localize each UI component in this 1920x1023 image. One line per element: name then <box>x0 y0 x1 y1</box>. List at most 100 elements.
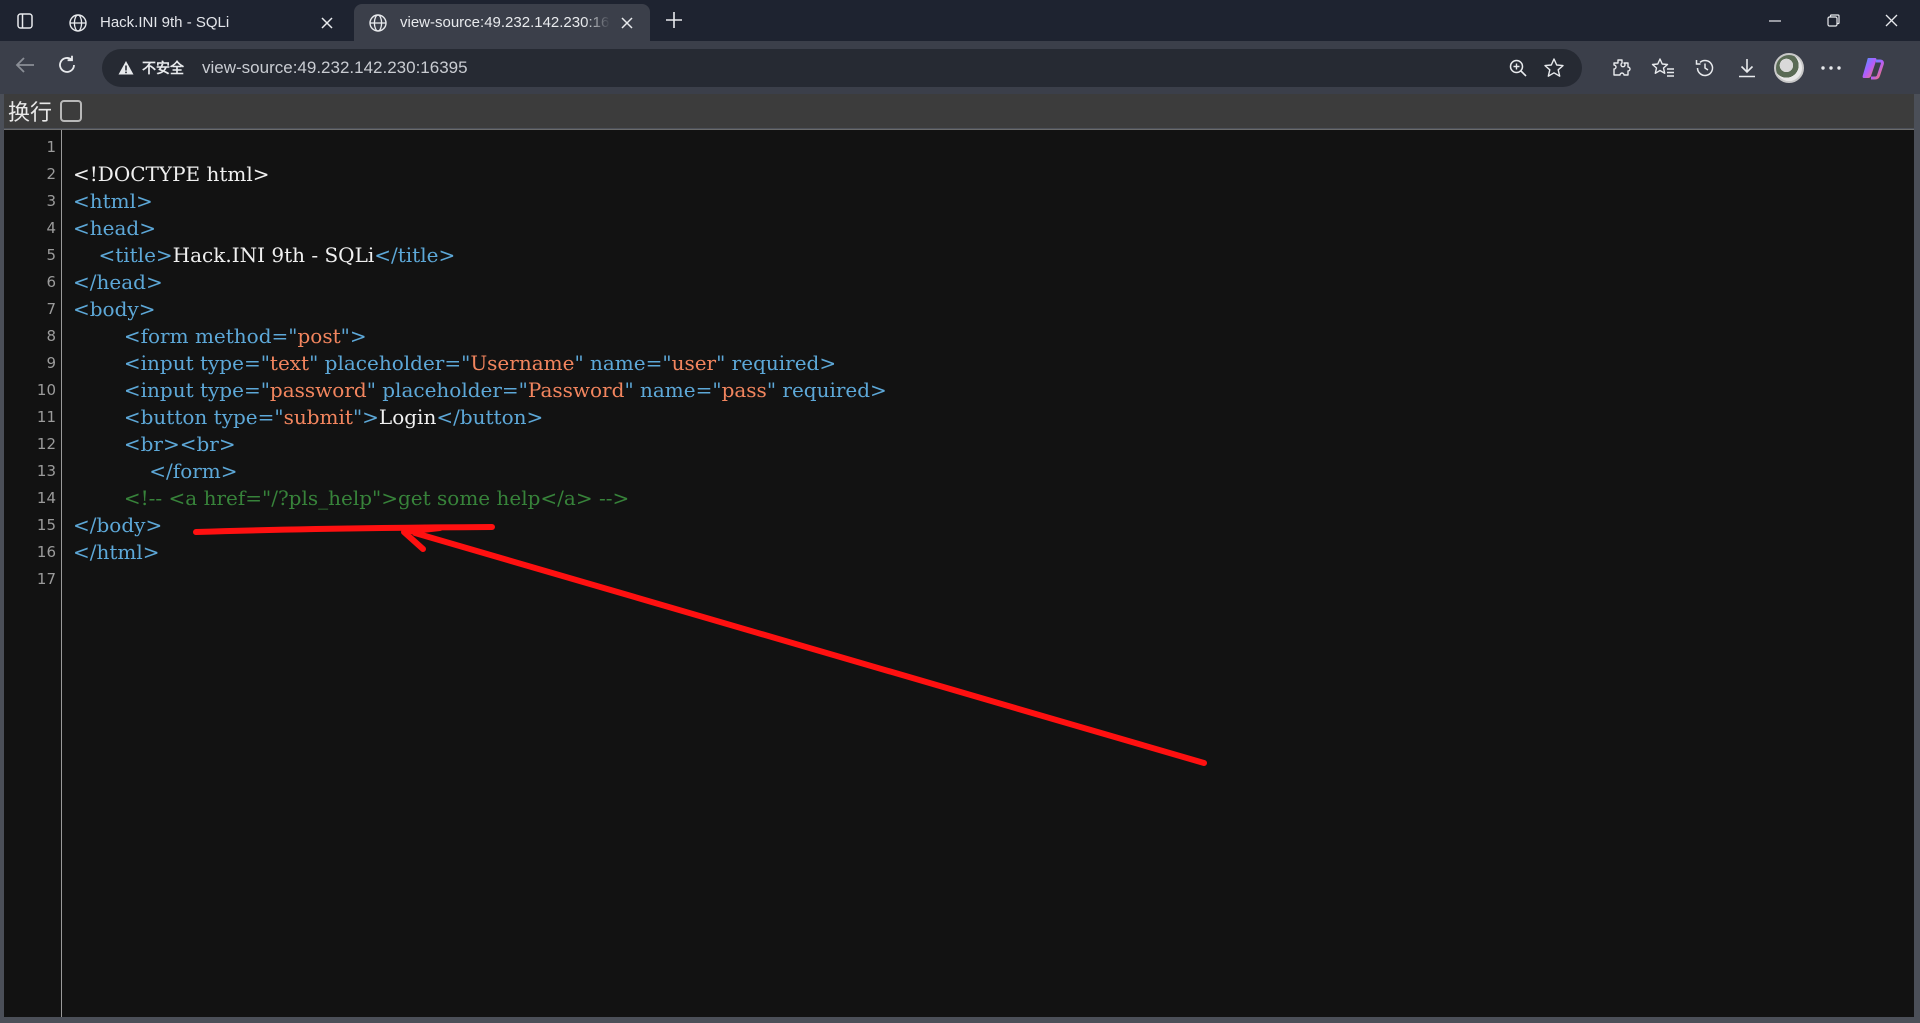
html-tag: </html> <box>73 540 160 564</box>
zoom-icon[interactable] <box>1500 50 1536 86</box>
html-tag: <head> <box>73 216 156 240</box>
reload-button[interactable] <box>46 47 88 89</box>
line-code: </html> <box>73 539 160 566</box>
line-code: </form> <box>73 458 238 485</box>
text-node <box>73 351 124 375</box>
close-icon[interactable] <box>616 12 638 34</box>
window-controls <box>1746 0 1920 41</box>
html-tag: </form> <box>149 459 238 483</box>
line-number: 16 <box>36 543 56 561</box>
line-wrap-checkbox[interactable] <box>60 100 83 122</box>
view-source-viewer: 换行 1 2 <!DOCTYPE html> 3 <html> 4 <head> 5 <tit… <box>0 94 1920 1023</box>
attribute-value: text <box>269 351 310 375</box>
html-tag: <br><br> <box>123 432 236 456</box>
more-dots-icon[interactable] <box>1810 47 1852 89</box>
html-tag: <input type=" <box>123 378 270 402</box>
close-icon[interactable] <box>316 12 338 34</box>
line-wrap-label: 换行 <box>8 101 53 126</box>
url-text[interactable]: view-source:49.232.142.230:16395 <box>202 58 1500 78</box>
html-tag: "> <box>352 405 379 429</box>
line-code: <button type="submit">Login</button> <box>73 404 543 431</box>
back-arrow-icon <box>14 54 36 81</box>
text-node <box>73 324 124 348</box>
tab-view-source[interactable]: view-source:49.232.142.230:16395 <box>354 4 650 41</box>
html-tag: " required> <box>716 351 837 375</box>
html-tag: <form method=" <box>123 324 298 348</box>
line-number: 1 <box>46 138 56 156</box>
line-code: <html> <box>73 188 153 215</box>
line-number: 9 <box>46 354 56 372</box>
warning-triangle-icon <box>118 60 134 76</box>
new-tab-button[interactable] <box>654 4 694 41</box>
tab-hackini[interactable]: Hack.INI 9th - SQLi <box>54 4 350 41</box>
line-code: <body> <box>73 296 155 323</box>
reload-icon <box>56 54 78 81</box>
restore-button[interactable] <box>1804 0 1862 41</box>
attribute-value: pass <box>721 378 767 402</box>
line-number: 4 <box>46 219 56 237</box>
line-code: </head> <box>73 269 163 296</box>
favorites-icon[interactable] <box>1642 47 1684 89</box>
line-number: 14 <box>36 489 56 507</box>
security-label: 不安全 <box>142 59 184 76</box>
line-number: 8 <box>46 327 56 345</box>
line-code: </body> <box>73 512 162 539</box>
html-tag: <body> <box>73 297 156 321</box>
attribute-value: Password <box>527 378 625 402</box>
line-number: 6 <box>46 273 56 291</box>
address-bar[interactable]: 不安全 view-source:49.232.142.230:16395 <box>102 48 1582 87</box>
line-number: 11 <box>36 408 56 426</box>
toolbar: 不安全 view-source:49.232.142.230:16395 <box>0 41 1920 94</box>
download-icon[interactable] <box>1726 47 1768 89</box>
extensions-icon[interactable] <box>1600 47 1642 89</box>
line-wrap-bar: 换行 <box>4 94 1914 128</box>
line-number: 10 <box>36 381 56 399</box>
toolbar-right <box>1600 47 1894 89</box>
text-node: Hack.INI 9th - SQLi <box>172 243 375 267</box>
html-tag: " required> <box>766 378 887 402</box>
attribute-value: password <box>269 378 367 402</box>
copilot-icon[interactable] <box>1852 47 1894 89</box>
profile-button[interactable] <box>1768 47 1810 89</box>
line-number: 17 <box>36 570 56 588</box>
globe-icon <box>68 13 88 33</box>
html-tag: <button type=" <box>123 405 284 429</box>
html-comment: <!-- <a href="/?pls_help">get some help<… <box>123 486 630 510</box>
security-indicator[interactable]: 不安全 <box>118 58 184 78</box>
line-number: 15 <box>36 516 56 534</box>
text-node <box>73 378 124 402</box>
html-tag: " name=" <box>624 378 722 402</box>
line-code: <input type="text" placeholder="Username… <box>73 350 836 377</box>
close-window-button[interactable] <box>1862 0 1920 41</box>
html-tag: </title> <box>374 243 456 267</box>
line-number: 13 <box>36 462 56 480</box>
text-node <box>73 459 149 483</box>
html-tag: " placeholder=" <box>309 351 471 375</box>
back-button[interactable] <box>4 47 46 89</box>
line-number: 12 <box>36 435 56 453</box>
history-icon[interactable] <box>1684 47 1726 89</box>
line-code: <title>Hack.INI 9th - SQLi</title> <box>73 242 455 269</box>
html-tag: <html> <box>73 189 153 213</box>
html-tag: <title> <box>98 243 173 267</box>
line-code: <!-- <a href="/?pls_help">get some help<… <box>73 485 629 512</box>
tab-actions-icon[interactable] <box>0 0 50 41</box>
html-tag: " placeholder=" <box>366 378 528 402</box>
line-code: <input type="password" placeholder="Pass… <box>73 377 887 404</box>
line-code: <br><br> <box>73 431 236 458</box>
text-node: Login <box>378 405 437 429</box>
attribute-value: submit <box>283 405 353 429</box>
html-tag: </head> <box>73 270 163 294</box>
source-code: 1 2 <!DOCTYPE html> 3 <html> 4 <head> 5 <title>… <box>4 129 1914 1017</box>
attribute-value: user <box>671 351 717 375</box>
line-code: <form method="post"> <box>73 323 367 350</box>
text-node: <!DOCTYPE html> <box>73 162 270 186</box>
html-tag: "> <box>340 324 367 348</box>
minimize-button[interactable] <box>1746 0 1804 41</box>
attribute-value: Username <box>470 351 575 375</box>
tab-title: view-source:49.232.142.230:16395 <box>400 14 610 31</box>
line-code: <!DOCTYPE html> <box>73 161 270 188</box>
star-icon[interactable] <box>1536 50 1572 86</box>
tab-title: Hack.INI 9th - SQLi <box>100 14 230 31</box>
text-node <box>73 405 124 429</box>
